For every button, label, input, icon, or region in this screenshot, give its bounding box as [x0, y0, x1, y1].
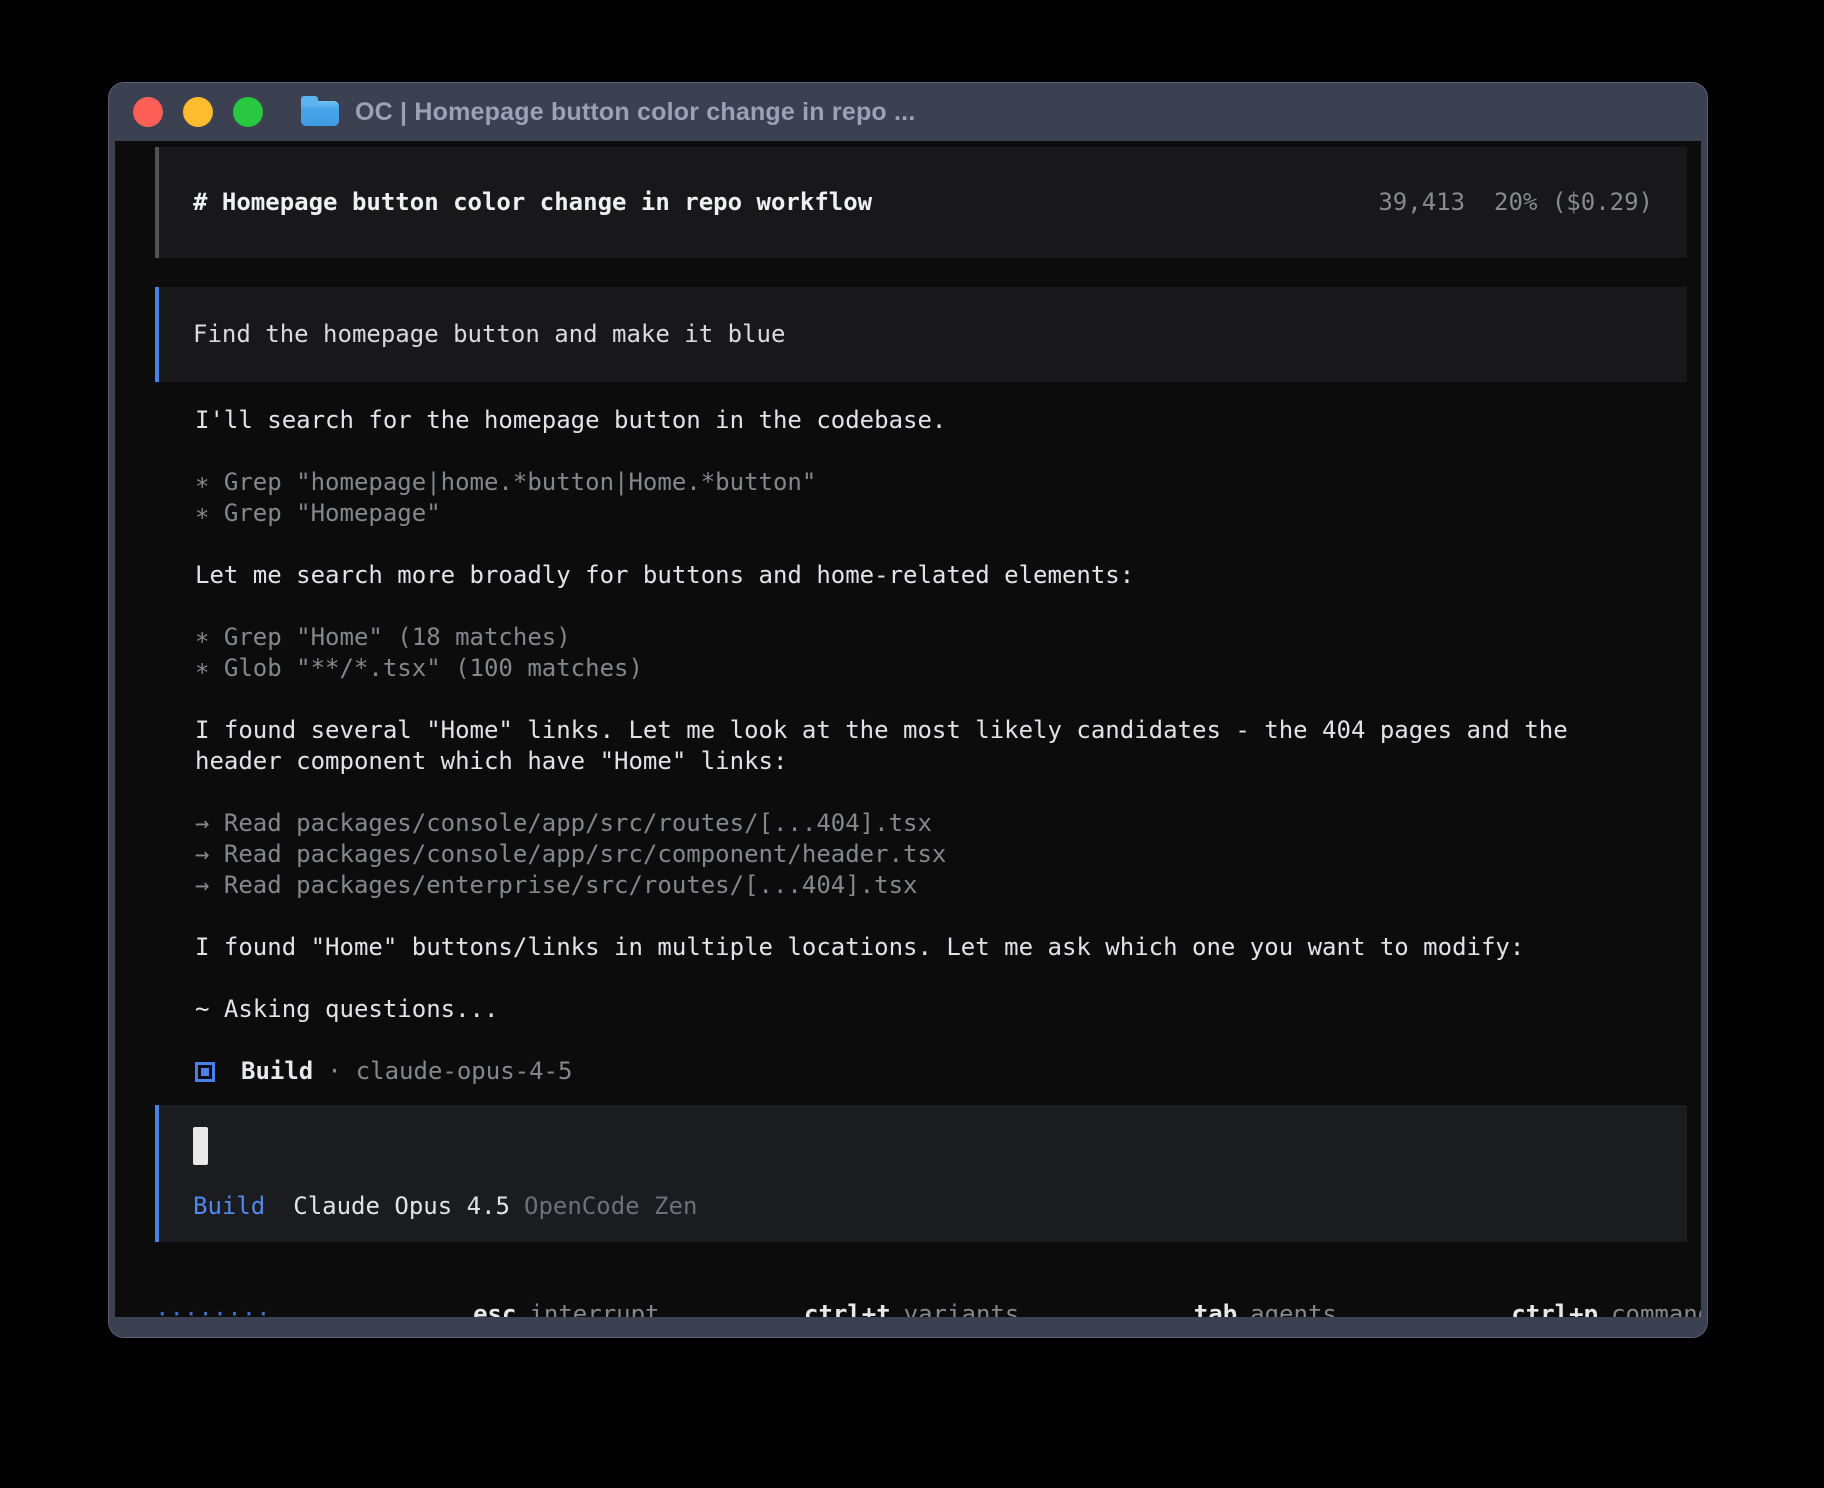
hint-variants: ctrl+t variants [660, 1268, 1020, 1317]
hint-key: esc [473, 1300, 516, 1317]
hint-key: ctrl+t [804, 1300, 891, 1317]
input-status-line: Build Claude Opus 4.5 OpenCode Zen [193, 1191, 1653, 1222]
assistant-status: ~ Asking questions... [195, 994, 1607, 1025]
input-agent-label: Build [193, 1191, 265, 1222]
app-window: OC | Homepage button color change in rep… [108, 82, 1708, 1338]
folder-icon [301, 101, 339, 126]
tool-call-grep: ∗ Grep "Homepage" [195, 498, 1661, 529]
blank-line [195, 591, 1661, 622]
blank-line [195, 777, 1661, 808]
agent-task-row: Build · claude-opus-4-5 [195, 1056, 1661, 1087]
tool-call-read: → Read packages/console/app/src/componen… [195, 839, 1661, 870]
terminal-content: # Homepage button color change in repo w… [115, 141, 1701, 1317]
assistant-message: I'll search for the homepage button in t… [195, 405, 1607, 436]
assistant-message: Let me search more broadly for buttons a… [195, 560, 1607, 591]
tool-call-glob: ∗ Glob "**/*.tsx" (100 matches) [195, 653, 1661, 684]
session-title: # Homepage button color change in repo w… [193, 187, 872, 218]
prompt-input[interactable]: Build Claude Opus 4.5 OpenCode Zen [155, 1105, 1687, 1242]
hint-label: interrupt [529, 1300, 659, 1317]
context-cost: 20% ($0.29) [1494, 187, 1653, 218]
hint-key: ctrl+p [1511, 1300, 1598, 1317]
status-bar-right: ctrl+t variants tab agents ctrl+p commands [660, 1268, 1702, 1317]
hint-label: variants [904, 1300, 1020, 1317]
assistant-message: I found "Home" buttons/links in multiple… [195, 932, 1607, 963]
agent-separator: · [327, 1056, 341, 1087]
agent-name: Build [241, 1056, 313, 1087]
token-count: 39,413 [1378, 187, 1465, 218]
hint-interrupt: esc interrupt [329, 1268, 660, 1317]
blank-line [195, 963, 1661, 994]
tool-call-grep: ∗ Grep "homepage|home.*button|Home.*butt… [195, 467, 1661, 498]
assistant-message: I found several "Home" links. Let me loo… [195, 715, 1607, 777]
blank-line [195, 436, 1661, 467]
hint-label: agents [1250, 1300, 1337, 1317]
status-bar: ········ esc interrupt ctrl+t variants tab… [155, 1268, 1661, 1317]
user-message: Find the homepage button and make it blu… [155, 287, 1687, 382]
input-model-label: Claude Opus 4.5 [293, 1191, 510, 1222]
session-stats: 39,413 20% ($0.29) [1378, 187, 1653, 218]
hint-commands: ctrl+p commands [1367, 1268, 1701, 1317]
tool-call-read: → Read packages/enterprise/src/routes/[.… [195, 870, 1661, 901]
text-cursor [193, 1127, 208, 1165]
hint-agents: tab agents [1049, 1268, 1337, 1317]
zoom-button-icon[interactable] [233, 97, 263, 127]
agent-model: claude-opus-4-5 [356, 1056, 573, 1087]
title-bar: OC | Homepage button color change in rep… [109, 83, 1707, 141]
window-bottom-chrome [109, 1317, 1707, 1337]
build-agent-icon [195, 1062, 215, 1082]
conversation-transcript: I'll search for the homepage button in t… [195, 405, 1661, 1087]
window-title: OC | Homepage button color change in rep… [355, 98, 915, 127]
tool-call-read: → Read packages/console/app/src/routes/[… [195, 808, 1661, 839]
blank-line [195, 684, 1661, 715]
hint-key: tab [1194, 1300, 1237, 1317]
blank-line [195, 529, 1661, 560]
session-header: # Homepage button color change in repo w… [155, 147, 1687, 258]
blank-line [195, 901, 1661, 932]
minimize-button-icon[interactable] [183, 97, 213, 127]
close-button-icon[interactable] [133, 97, 163, 127]
tool-call-grep: ∗ Grep "Home" (18 matches) [195, 622, 1661, 653]
spinner-dots-icon: ········ [155, 1299, 271, 1317]
hint-label: commands [1611, 1300, 1701, 1317]
input-provider-label: OpenCode Zen [524, 1191, 697, 1222]
status-bar-left: ········ esc interrupt [155, 1268, 660, 1317]
blank-line [195, 1025, 1661, 1056]
